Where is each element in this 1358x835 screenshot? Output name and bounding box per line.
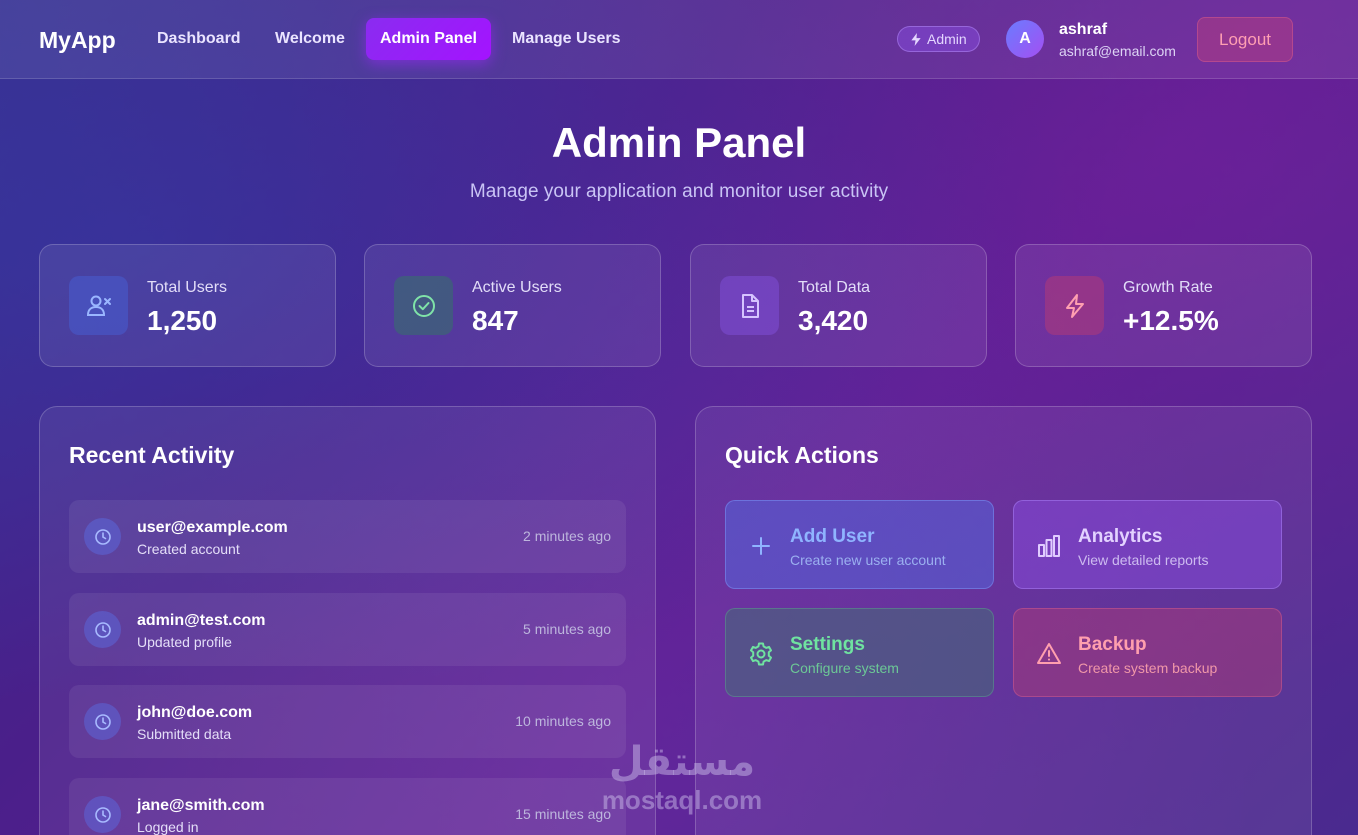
- lightning-icon: [1045, 276, 1104, 335]
- stat-value: 3,420: [798, 305, 869, 336]
- list-item[interactable]: john@doe.com Submitted data 10 minutes a…: [69, 685, 626, 758]
- avatar[interactable]: A: [1006, 20, 1044, 58]
- stat-label: Active Users: [472, 279, 562, 296]
- activity-action: Submitted data: [137, 726, 232, 742]
- brand-logo[interactable]: MyApp: [39, 27, 116, 54]
- quick-actions-panel: Quick Actions Add User Create new user a…: [695, 406, 1312, 835]
- clock-icon: [84, 518, 121, 555]
- users-icon: [69, 276, 128, 335]
- stat-label: Growth Rate: [1123, 279, 1213, 296]
- backup-button[interactable]: Backup Create system backup: [1013, 608, 1282, 697]
- stat-label: Total Users: [147, 279, 228, 296]
- activity-action: Created account: [137, 541, 240, 557]
- plus-icon: [752, 537, 770, 555]
- activity-time: 10 minutes ago: [515, 713, 611, 729]
- stat-card-active-users: Active Users 847: [364, 244, 661, 367]
- gear-icon: [750, 642, 772, 666]
- quick-actions-title: Quick Actions: [725, 442, 879, 468]
- action-label: Settings: [790, 634, 865, 655]
- recent-activity-title: Recent Activity: [69, 442, 235, 468]
- lightning-icon: [911, 32, 921, 46]
- bar-chart-icon: [1038, 535, 1060, 557]
- stat-value: 1,250: [147, 305, 218, 336]
- stat-card-total-data: Total Data 3,420: [690, 244, 987, 367]
- activity-user: john@doe.com: [137, 704, 253, 721]
- stat-value: 847: [472, 305, 519, 336]
- stat-card-growth-rate: Growth Rate +12.5%: [1015, 244, 1312, 367]
- activity-time: 2 minutes ago: [523, 528, 611, 544]
- document-icon: [720, 276, 779, 335]
- nav-link-admin-panel[interactable]: Admin Panel: [366, 18, 491, 60]
- activity-user: user@example.com: [137, 519, 288, 536]
- top-navbar: MyApp Dashboard Welcome Admin Panel Mana…: [0, 0, 1358, 79]
- activity-time: 5 minutes ago: [523, 621, 611, 637]
- recent-activity-panel: Recent Activity user@example.com Created…: [39, 406, 656, 835]
- role-badge-label: Admin: [927, 31, 967, 47]
- action-label: Add User: [790, 526, 875, 547]
- stat-value: +12.5%: [1123, 305, 1219, 336]
- logout-button[interactable]: Logout: [1197, 17, 1293, 62]
- watermark-latin: mostaql.com: [601, 785, 763, 815]
- activity-user: jane@smith.com: [137, 797, 265, 814]
- nav-link-dashboard[interactable]: Dashboard: [143, 18, 255, 60]
- action-desc: Configure system: [790, 660, 899, 676]
- activity-action: Updated profile: [137, 634, 232, 650]
- watermark-arabic: مستقل: [608, 739, 756, 785]
- settings-button[interactable]: Settings Configure system: [725, 608, 994, 697]
- action-desc: View detailed reports: [1078, 552, 1209, 568]
- analytics-button[interactable]: Analytics View detailed reports: [1013, 500, 1282, 589]
- page-title: Admin Panel: [551, 119, 807, 166]
- warning-icon: [1037, 643, 1061, 664]
- watermark-logo: مستقل mostaql.com: [597, 738, 767, 814]
- action-desc: Create system backup: [1078, 660, 1218, 676]
- stat-card-total-users: Total Users 1,250: [39, 244, 336, 367]
- nav-link-manage-users[interactable]: Manage Users: [498, 18, 635, 60]
- action-desc: Create new user account: [790, 552, 946, 568]
- action-label: Backup: [1078, 634, 1147, 655]
- nav-link-welcome[interactable]: Welcome: [261, 18, 359, 60]
- action-label: Analytics: [1078, 526, 1163, 547]
- activity-user: admin@test.com: [137, 612, 266, 629]
- page-subtitle: Manage your application and monitor user…: [469, 181, 889, 202]
- role-badge: Admin: [897, 26, 980, 52]
- list-item[interactable]: admin@test.com Updated profile 5 minutes…: [69, 593, 626, 666]
- check-circle-icon: [394, 276, 453, 335]
- user-email: ashraf@email.com: [1059, 43, 1176, 59]
- add-user-button[interactable]: Add User Create new user account: [725, 500, 994, 589]
- user-name: ashraf: [1059, 21, 1108, 38]
- stat-label: Total Data: [798, 279, 871, 296]
- list-item[interactable]: jane@smith.com Logged in 15 minutes ago: [69, 778, 626, 835]
- activity-action: Logged in: [137, 819, 199, 835]
- clock-icon: [84, 703, 121, 740]
- clock-icon: [84, 611, 121, 648]
- clock-icon: [84, 796, 121, 833]
- list-item[interactable]: user@example.com Created account 2 minut…: [69, 500, 626, 573]
